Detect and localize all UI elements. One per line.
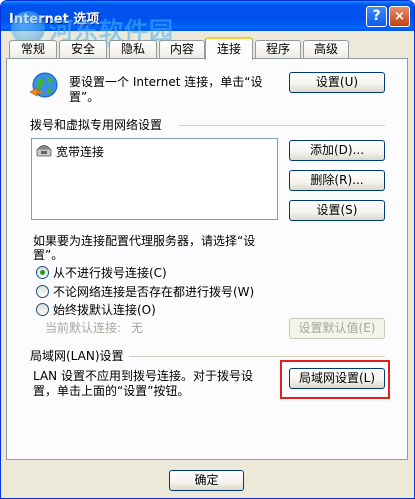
proxy-text-line1: 如果要为连接配置代理服务器，请选择“设 — [33, 234, 256, 248]
internet-options-dialog: Internet 选项 ? × 河东软件园 www.pc0359.cn 常规 安… — [0, 0, 415, 499]
lan-text-line2: 置，单击上面的“设置”按钮。 — [33, 384, 190, 398]
tab-content[interactable]: 内容 — [159, 40, 205, 59]
help-button[interactable]: ? — [366, 6, 387, 27]
lan-heading: 局域网(LAN)设置 — [30, 349, 124, 363]
tab-advanced[interactable]: 高级 — [303, 40, 349, 59]
add-connection-button[interactable]: 添加(D)... — [289, 140, 385, 161]
tab-connections[interactable]: 连接 — [205, 37, 253, 60]
radio-never-dial-label[interactable]: 从不进行拨号连接(C) — [53, 266, 167, 280]
window-title: Internet 选项 — [9, 12, 100, 27]
tab-privacy[interactable]: 隐私 — [109, 40, 157, 59]
setup-text-line1: 要设置一个 Internet 连接，单击“设 — [69, 75, 263, 89]
connection-settings-button[interactable]: 设置(S) — [289, 200, 385, 221]
tab-programs[interactable]: 程序 — [255, 40, 301, 59]
radio-dial-always-if-no-network-label[interactable]: 不论网络连接是否存在都进行拨号(W) — [53, 285, 254, 299]
radio-always-dial-default[interactable] — [36, 303, 49, 316]
globe-network-icon — [29, 72, 58, 98]
dialup-phone-icon — [36, 145, 52, 157]
title-bar[interactable]: Internet 选项 ? × — [1, 1, 414, 31]
dialup-divider — [179, 125, 385, 126]
tab-strip: 常规 安全 隐私 内容 连接 程序 高级 — [1, 37, 414, 60]
set-default-button[interactable]: 设置默认值(E) — [289, 318, 385, 339]
current-default-label: 当前默认连接: — [45, 321, 122, 335]
ok-button[interactable]: 确定 — [169, 470, 244, 491]
proxy-text-line2: 置”。 — [33, 248, 64, 262]
remove-connection-button[interactable]: 删除(R)... — [289, 170, 385, 191]
setup-text-line2: 置”。 — [69, 90, 100, 104]
tab-general[interactable]: 常规 — [9, 40, 57, 59]
highlight-box — [280, 360, 390, 399]
dialup-heading: 拨号和虚拟专用网络设置 — [30, 118, 163, 132]
connection-name: 宽带连接 — [56, 145, 105, 159]
radio-always-dial-default-label[interactable]: 始终拨默认连接(O) — [53, 303, 156, 317]
radio-dial-always-if-no-network[interactable] — [36, 285, 49, 298]
connections-list[interactable]: 宽带连接 — [31, 138, 278, 220]
setup-button[interactable]: 设置(U) — [289, 72, 385, 93]
radio-never-dial[interactable] — [36, 266, 49, 279]
lan-divider — [129, 356, 385, 357]
close-button[interactable]: × — [389, 6, 410, 27]
tab-security[interactable]: 安全 — [59, 40, 107, 59]
current-default-value: 无 — [131, 321, 144, 335]
lan-text-line1: LAN 设置不应用到拨号连接。对于拨号设 — [33, 369, 253, 383]
